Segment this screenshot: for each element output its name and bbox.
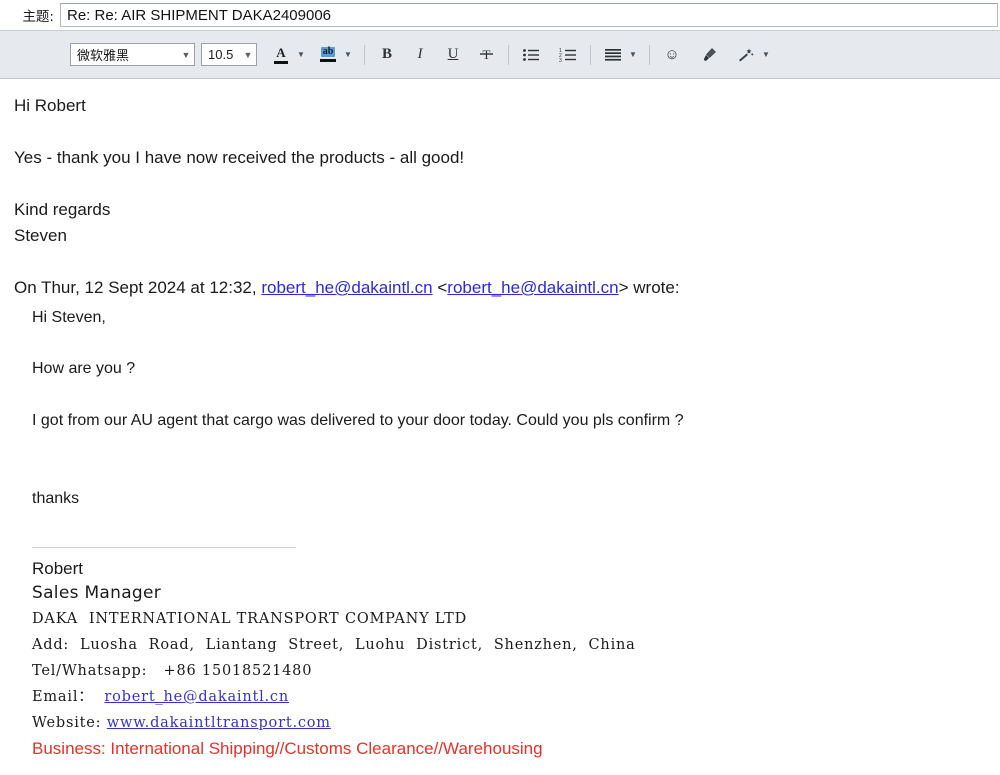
strikethrough-icon: T <box>479 47 493 62</box>
text-style-controls: B I U T <box>374 42 499 68</box>
underline-icon: U <box>447 46 459 62</box>
svg-text:3: 3 <box>559 58 562 63</box>
formatting-toolbar: 微软雅黑 ▼ 10.5 ▼ A ▼ ab ▼ B I U 1 2 3 ▼ ☺ ▼ <box>0 31 1000 79</box>
strikethrough-button[interactable]: T <box>473 42 499 68</box>
format-painter-button[interactable] <box>696 42 722 68</box>
bold-icon: B <box>381 46 392 62</box>
signature-website-row: Website: www.dakaintltransport.com <box>32 710 1000 736</box>
message-line-1: Yes - thank you I have now received the … <box>14 148 465 167</box>
signature-name: Robert <box>32 559 84 578</box>
toolbar-separator <box>649 44 650 65</box>
brush-icon <box>703 48 716 61</box>
smiley-icon: ☺ <box>664 46 680 63</box>
highlight-icon: ab <box>320 47 336 62</box>
subject-label: 主题: <box>22 9 54 25</box>
signature-email-label: Email： <box>32 689 105 705</box>
quoted-greeting: Hi Steven, <box>32 309 106 326</box>
numbered-list-button[interactable]: 1 2 3 <box>555 42 581 68</box>
bold-button[interactable]: B <box>374 42 400 68</box>
signature-tel: Tel/Whatsapp: +86 15018521480 <box>32 663 313 679</box>
signature-website-label: Website: <box>32 715 107 731</box>
toolbar-separator <box>364 44 365 65</box>
quoted-thanks: thanks <box>32 490 80 507</box>
font-size-dropdown[interactable]: 10.5 ▼ <box>201 43 257 66</box>
highlight-color-button[interactable]: ab <box>315 42 341 68</box>
signature-address: Add: Luosha Road, Liantang Street, Luohu… <box>32 637 636 653</box>
insert-controls: ☺ ▼ <box>659 42 773 68</box>
highlight-dropdown-arrow[interactable]: ▼ <box>341 43 355 67</box>
font-color-dropdown-arrow[interactable]: ▼ <box>294 43 308 67</box>
signature-website-link[interactable]: www.dakaintltransport.com <box>107 715 331 731</box>
magic-wand-button[interactable] <box>733 42 759 68</box>
subject-row: 主题: <box>0 0 1000 31</box>
subject-input[interactable] <box>60 3 998 27</box>
toolbar-separator <box>590 44 591 65</box>
chevron-down-icon: ▼ <box>243 49 253 60</box>
underline-button[interactable]: U <box>440 42 466 68</box>
font-color-swatch <box>274 60 288 64</box>
font-color-button[interactable]: A <box>268 42 294 68</box>
email-body[interactable]: Hi Robert Yes - thank you I have now rec… <box>0 79 1000 775</box>
signature-title: Sales Manager <box>32 583 162 603</box>
align-button[interactable] <box>600 42 626 68</box>
reply-header-close-bracket: > <box>618 278 634 297</box>
signature-email-row: Email： robert_he@dakaintl.cn <box>32 684 1000 710</box>
signature-business-line: Business: International Shipping//Custom… <box>32 739 543 758</box>
toolbar-separator <box>508 44 509 65</box>
signoff-line: Kind regards <box>14 200 111 219</box>
quoted-line-1: How are you ? <box>32 360 136 377</box>
chevron-down-icon: ▼ <box>181 49 191 60</box>
font-controls: 微软雅黑 ▼ 10.5 ▼ <box>70 43 257 66</box>
reply-header-suffix: wrote: <box>633 278 680 297</box>
italic-button[interactable]: I <box>407 42 433 68</box>
font-size-value: 10.5 <box>208 47 234 62</box>
reply-header: On Thur, 12 Sept 2024 at 12:32, robert_h… <box>14 275 1000 301</box>
align-dropdown-arrow[interactable]: ▼ <box>626 43 640 67</box>
magic-dropdown-arrow[interactable]: ▼ <box>759 43 773 67</box>
font-family-value: 微软雅黑 <box>77 49 130 64</box>
font-color-letter: A <box>276 44 286 60</box>
alignment-controls: ▼ <box>600 42 640 68</box>
italic-icon: I <box>417 46 423 62</box>
highlight-letters: ab <box>320 46 336 57</box>
signature-email-link[interactable]: robert_he@dakaintl.cn <box>104 689 289 705</box>
color-controls: A ▼ ab ▼ <box>268 42 355 68</box>
magic-wand-icon <box>739 48 754 62</box>
sender-name: Steven <box>14 226 67 245</box>
highlight-swatch <box>320 59 336 62</box>
reply-header-open-bracket: < <box>432 278 448 297</box>
reply-header-prefix: On Thur, 12 Sept 2024 at 12:32, <box>14 278 262 297</box>
bullet-list-icon <box>523 48 539 61</box>
signature-company: DAKA INTERNATIONAL TRANSPORT COMPANY LTD <box>32 611 468 627</box>
quoted-line-2: I got from our AU agent that cargo was d… <box>32 412 684 429</box>
font-color-icon: A <box>274 46 288 64</box>
quoted-message: Hi Steven, How are you ? I got from our … <box>32 301 1000 761</box>
emoji-button[interactable]: ☺ <box>659 42 685 68</box>
numbered-list-icon: 1 2 3 <box>559 48 576 63</box>
font-family-dropdown[interactable]: 微软雅黑 ▼ <box>70 43 195 66</box>
list-controls: 1 2 3 <box>518 42 581 68</box>
bullet-list-button[interactable] <box>518 42 544 68</box>
align-icon <box>605 48 621 61</box>
sender-email-link-1[interactable]: robert_he@dakaintl.cn <box>261 278 432 297</box>
sender-email-link-2[interactable]: robert_he@dakaintl.cn <box>447 278 618 297</box>
greeting-line: Hi Robert <box>14 96 86 115</box>
